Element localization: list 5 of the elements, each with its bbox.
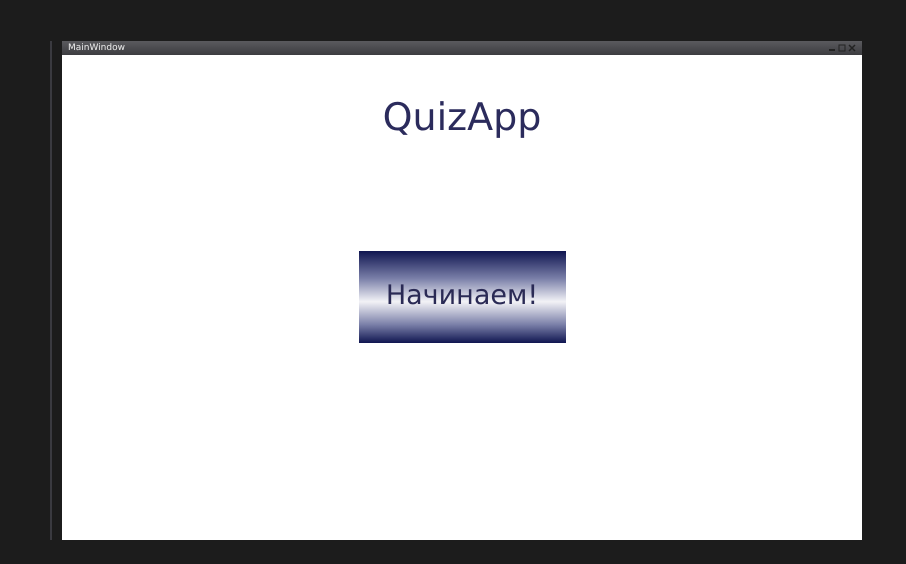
start-button[interactable]: Начинаем! — [358, 250, 566, 343]
close-icon[interactable] — [848, 44, 856, 52]
app-title: QuizApp — [382, 95, 542, 141]
window-title: MainWindow — [68, 44, 125, 52]
maximize-icon[interactable] — [838, 44, 846, 52]
